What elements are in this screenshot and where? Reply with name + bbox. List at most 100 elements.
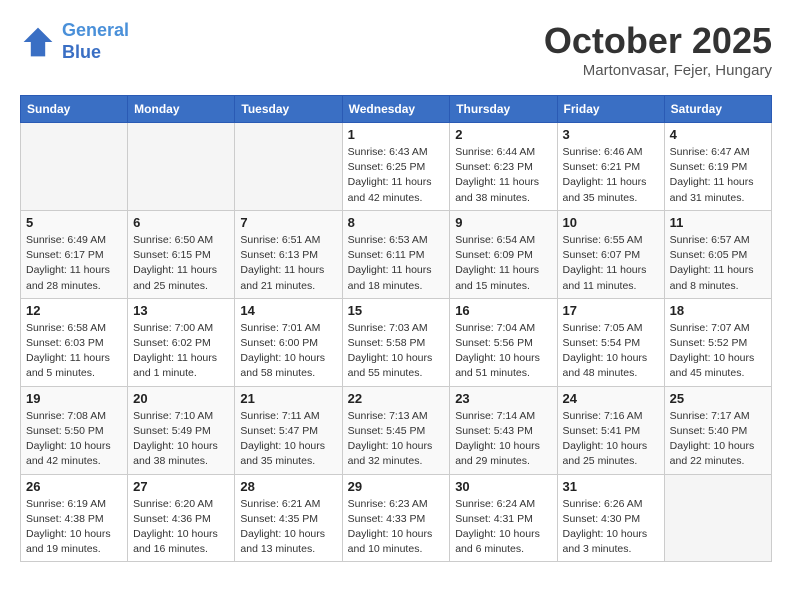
- calendar-cell: 24Sunrise: 7:16 AM Sunset: 5:41 PM Dayli…: [557, 386, 664, 474]
- day-number: 16: [455, 303, 551, 318]
- calendar-cell: 21 Sunrise: 7:11 AM Sunset: 5:47 PM Dayli…: [235, 386, 342, 474]
- calendar-cell: [21, 123, 128, 211]
- day-info: Sunrise: 7:04 AM Sunset: 5:56 PM Dayligh…: [455, 321, 551, 382]
- calendar-cell: 31 Sunrise: 6:26 AM Sunset: 4:30 PM Dayli…: [557, 474, 664, 562]
- calendar-table: SundayMondayTuesdayWednesdayThursdayFrid…: [20, 95, 772, 562]
- day-number: 20: [133, 391, 229, 406]
- calendar-cell: 29 Sunrise: 6:23 AM Sunset: 4:33 PM Dayli…: [342, 474, 450, 562]
- day-number: 13: [133, 303, 229, 318]
- day-info: Sunrise: 7:01 AM Sunset: 6:00 PM Dayligh…: [240, 321, 336, 382]
- weekday-header: Friday: [557, 96, 664, 123]
- day-info: Sunrise: 7:03 AM Sunset: 5:58 PM Dayligh…: [348, 321, 445, 382]
- day-info: Sunrise: 7:14 AM Sunset: 5:43 PM Dayligh…: [455, 409, 551, 470]
- calendar-week-row: 5 Sunrise: 6:49 AM Sunset: 6:17 PM Daylig…: [21, 210, 772, 298]
- day-info: Sunrise: 6:55 AM Sunset: 6:07 PM Dayligh…: [563, 233, 659, 294]
- day-info: Sunrise: 6:57 AM Sunset: 6:05 PM Dayligh…: [670, 233, 766, 294]
- day-number: 23: [455, 391, 551, 406]
- weekday-header: Thursday: [450, 96, 557, 123]
- day-number: 17: [563, 303, 659, 318]
- day-info: Sunrise: 6:47 AM Sunset: 6:19 PM Dayligh…: [670, 145, 766, 206]
- calendar-cell: 26Sunrise: 6:19 AM Sunset: 4:38 PM Dayli…: [21, 474, 128, 562]
- day-number: 3: [563, 127, 659, 142]
- calendar-cell: 7Sunrise: 6:51 AM Sunset: 6:13 PM Daylig…: [235, 210, 342, 298]
- logo: General Blue: [20, 20, 129, 63]
- day-number: 28: [240, 479, 336, 494]
- calendar-cell: 19 Sunrise: 7:08 AM Sunset: 5:50 PM Dayli…: [21, 386, 128, 474]
- calendar-cell: 27 Sunrise: 6:20 AM Sunset: 4:36 PM Dayli…: [128, 474, 235, 562]
- calendar-cell: 25 Sunrise: 7:17 AM Sunset: 5:40 PM Dayli…: [664, 386, 771, 474]
- calendar-cell: 13Sunrise: 7:00 AM Sunset: 6:02 PM Dayli…: [128, 298, 235, 386]
- day-info: Sunrise: 6:20 AM Sunset: 4:36 PM Dayligh…: [133, 497, 229, 558]
- day-number: 12: [26, 303, 122, 318]
- calendar-cell: 5 Sunrise: 6:49 AM Sunset: 6:17 PM Daylig…: [21, 210, 128, 298]
- day-info: Sunrise: 6:26 AM Sunset: 4:30 PM Dayligh…: [563, 497, 659, 558]
- day-number: 11: [670, 215, 766, 230]
- day-info: Sunrise: 6:19 AM Sunset: 4:38 PM Dayligh…: [26, 497, 122, 558]
- calendar-cell: [128, 123, 235, 211]
- day-number: 4: [670, 127, 766, 142]
- day-info: Sunrise: 6:44 AM Sunset: 6:23 PM Dayligh…: [455, 145, 551, 206]
- day-number: 7: [240, 215, 336, 230]
- calendar-week-row: 26Sunrise: 6:19 AM Sunset: 4:38 PM Dayli…: [21, 474, 772, 562]
- day-number: 30: [455, 479, 551, 494]
- day-number: 18: [670, 303, 766, 318]
- day-number: 1: [348, 127, 445, 142]
- logo-icon: [20, 24, 56, 60]
- day-info: Sunrise: 7:11 AM Sunset: 5:47 PM Dayligh…: [240, 409, 336, 470]
- calendar-cell: 20 Sunrise: 7:10 AM Sunset: 5:49 PM Dayli…: [128, 386, 235, 474]
- calendar-cell: [664, 474, 771, 562]
- day-info: Sunrise: 7:08 AM Sunset: 5:50 PM Dayligh…: [26, 409, 122, 470]
- day-number: 21: [240, 391, 336, 406]
- calendar-cell: 6Sunrise: 6:50 AM Sunset: 6:15 PM Daylig…: [128, 210, 235, 298]
- day-info: Sunrise: 6:53 AM Sunset: 6:11 PM Dayligh…: [348, 233, 445, 294]
- calendar-cell: 15 Sunrise: 7:03 AM Sunset: 5:58 PM Dayli…: [342, 298, 450, 386]
- day-info: Sunrise: 6:23 AM Sunset: 4:33 PM Dayligh…: [348, 497, 445, 558]
- day-number: 10: [563, 215, 659, 230]
- weekday-header: Wednesday: [342, 96, 450, 123]
- day-info: Sunrise: 6:46 AM Sunset: 6:21 PM Dayligh…: [563, 145, 659, 206]
- month-title: October 2025: [544, 20, 772, 62]
- day-number: 19: [26, 391, 122, 406]
- day-number: 2: [455, 127, 551, 142]
- day-info: Sunrise: 6:50 AM Sunset: 6:15 PM Dayligh…: [133, 233, 229, 294]
- day-info: Sunrise: 7:17 AM Sunset: 5:40 PM Dayligh…: [670, 409, 766, 470]
- calendar-cell: 11 Sunrise: 6:57 AM Sunset: 6:05 PM Dayli…: [664, 210, 771, 298]
- day-info: Sunrise: 6:21 AM Sunset: 4:35 PM Dayligh…: [240, 497, 336, 558]
- title-block: October 2025 Martonvasar, Fejer, Hungary: [544, 20, 772, 79]
- calendar-cell: 9 Sunrise: 6:54 AM Sunset: 6:09 PM Daylig…: [450, 210, 557, 298]
- calendar-cell: 12 Sunrise: 6:58 AM Sunset: 6:03 PM Dayli…: [21, 298, 128, 386]
- day-info: Sunrise: 7:10 AM Sunset: 5:49 PM Dayligh…: [133, 409, 229, 470]
- calendar-cell: 23 Sunrise: 7:14 AM Sunset: 5:43 PM Dayli…: [450, 386, 557, 474]
- day-info: Sunrise: 6:24 AM Sunset: 4:31 PM Dayligh…: [455, 497, 551, 558]
- weekday-header: Sunday: [21, 96, 128, 123]
- day-info: Sunrise: 7:13 AM Sunset: 5:45 PM Dayligh…: [348, 409, 445, 470]
- calendar-cell: 4 Sunrise: 6:47 AM Sunset: 6:19 PM Daylig…: [664, 123, 771, 211]
- calendar-cell: 1 Sunrise: 6:43 AM Sunset: 6:25 PM Daylig…: [342, 123, 450, 211]
- page-header: General Blue October 2025 Martonvasar, F…: [20, 20, 772, 79]
- day-number: 29: [348, 479, 445, 494]
- day-number: 25: [670, 391, 766, 406]
- calendar-cell: 18Sunrise: 7:07 AM Sunset: 5:52 PM Dayli…: [664, 298, 771, 386]
- calendar-cell: [235, 123, 342, 211]
- calendar-cell: 16 Sunrise: 7:04 AM Sunset: 5:56 PM Dayli…: [450, 298, 557, 386]
- calendar-cell: 17Sunrise: 7:05 AM Sunset: 5:54 PM Dayli…: [557, 298, 664, 386]
- weekday-header: Saturday: [664, 96, 771, 123]
- day-number: 31: [563, 479, 659, 494]
- weekday-header: Monday: [128, 96, 235, 123]
- day-info: Sunrise: 6:49 AM Sunset: 6:17 PM Dayligh…: [26, 233, 122, 294]
- calendar-cell: 30 Sunrise: 6:24 AM Sunset: 4:31 PM Dayli…: [450, 474, 557, 562]
- calendar-cell: 10 Sunrise: 6:55 AM Sunset: 6:07 PM Dayli…: [557, 210, 664, 298]
- day-info: Sunrise: 6:54 AM Sunset: 6:09 PM Dayligh…: [455, 233, 551, 294]
- calendar-cell: 8Sunrise: 6:53 AM Sunset: 6:11 PM Daylig…: [342, 210, 450, 298]
- logo-line2: Blue: [62, 42, 101, 62]
- day-number: 5: [26, 215, 122, 230]
- day-number: 9: [455, 215, 551, 230]
- day-info: Sunrise: 6:43 AM Sunset: 6:25 PM Dayligh…: [348, 145, 445, 206]
- calendar-week-row: 1 Sunrise: 6:43 AM Sunset: 6:25 PM Daylig…: [21, 123, 772, 211]
- logo-line1: General: [62, 20, 129, 40]
- day-number: 27: [133, 479, 229, 494]
- calendar-cell: 22Sunrise: 7:13 AM Sunset: 5:45 PM Dayli…: [342, 386, 450, 474]
- day-info: Sunrise: 6:58 AM Sunset: 6:03 PM Dayligh…: [26, 321, 122, 382]
- calendar-cell: 3 Sunrise: 6:46 AM Sunset: 6:21 PM Daylig…: [557, 123, 664, 211]
- day-number: 15: [348, 303, 445, 318]
